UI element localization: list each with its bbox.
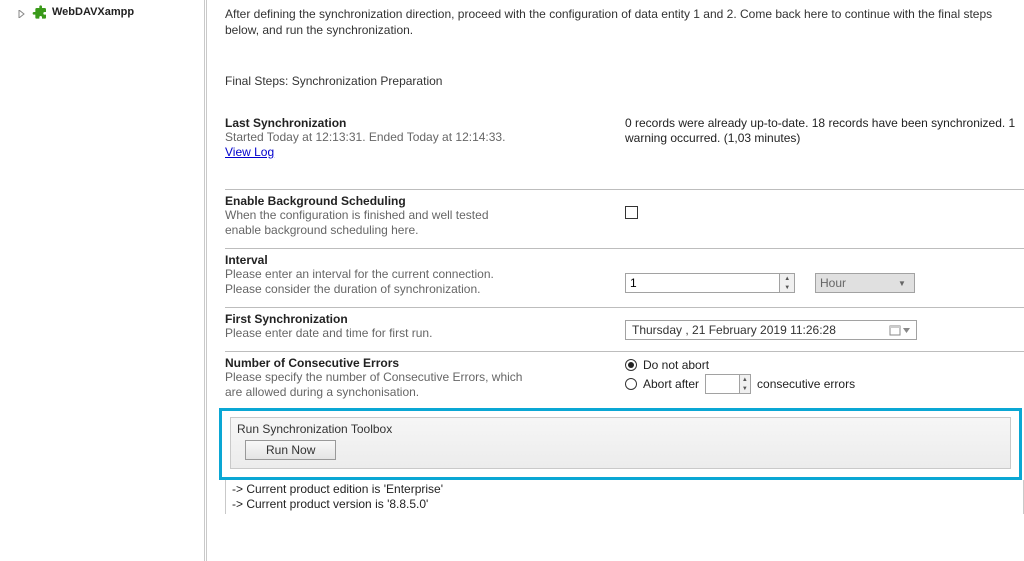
bg-sched-checkbox[interactable] <box>625 206 638 219</box>
puzzle-icon <box>32 4 48 20</box>
consec-title: Number of Consecutive Errors <box>225 356 601 370</box>
abort-after-spinner[interactable]: ▲ ▼ <box>705 374 751 394</box>
interval-unit-combo[interactable]: Hour ▼ <box>815 273 915 293</box>
abort-option-1[interactable]: Do not abort <box>625 358 1020 372</box>
log-line: -> Current product version is '8.8.5.0' <box>232 497 1017 512</box>
first-sync-title: First Synchronization <box>225 312 601 326</box>
interval-spinner[interactable]: ▲ ▼ <box>625 273 795 293</box>
calendar-icon[interactable] <box>889 324 910 336</box>
intro-text: After defining the synchronization direc… <box>225 0 1005 38</box>
last-sync-result: 0 records were already up-to-date. 18 re… <box>625 116 1020 146</box>
interval-unit-label: Hour <box>820 276 894 290</box>
consec-desc1: Please specify the number of Consecutive… <box>225 370 601 385</box>
spin-up-icon[interactable]: ▲ <box>780 274 794 283</box>
radio-icon <box>625 359 637 371</box>
highlighted-section: Run Synchronization Toolbox Run Now <box>219 408 1022 480</box>
main-panel: After defining the synchronization direc… <box>207 0 1024 561</box>
consec-desc2: are allowed during a synchonisation. <box>225 385 601 400</box>
tree-item-label: WebDAVXampp <box>52 6 134 18</box>
log-output: -> Current product edition is 'Enterpris… <box>225 480 1024 514</box>
view-log-link[interactable]: View Log <box>225 145 274 159</box>
radio-icon <box>625 378 637 390</box>
toolbox-panel: Run Synchronization Toolbox Run Now <box>230 417 1011 469</box>
interval-title: Interval <box>225 253 601 267</box>
interval-desc1: Please enter an interval for the current… <box>225 267 601 282</box>
last-sync-status: Started Today at 12:13:31. Ended Today a… <box>225 130 601 145</box>
first-sync-datetime[interactable]: Thursday , 21 February 2019 11:26:28 <box>625 320 917 340</box>
chevron-down-icon: ▼ <box>894 279 910 288</box>
spin-up-icon[interactable]: ▲ <box>740 375 750 384</box>
bg-sched-desc1: When the configuration is finished and w… <box>225 208 601 223</box>
tree-item-webdavxampp[interactable]: WebDAVXampp <box>18 4 204 20</box>
tree-panel: WebDAVXampp <box>0 0 204 561</box>
interval-input[interactable] <box>626 274 779 292</box>
abort-option-2[interactable]: Abort after ▲ ▼ consecutive errors <box>625 374 1020 394</box>
bg-sched-desc2: enable background scheduling here. <box>225 223 601 238</box>
abort-option-2-pre: Abort after <box>643 377 699 391</box>
abort-option-2-post: consecutive errors <box>757 377 855 391</box>
last-sync-title: Last Synchronization <box>225 116 601 130</box>
chevron-right-icon <box>18 7 28 17</box>
first-sync-desc: Please enter date and time for first run… <box>225 326 601 341</box>
final-steps-title: Final Steps: Synchronization Preparation <box>225 74 1024 88</box>
spin-down-icon[interactable]: ▼ <box>740 384 750 393</box>
abort-after-input[interactable] <box>706 375 739 393</box>
abort-option-1-label: Do not abort <box>643 358 709 372</box>
run-now-button[interactable]: Run Now <box>245 440 336 460</box>
spin-down-icon[interactable]: ▼ <box>780 283 794 292</box>
toolbox-title: Run Synchronization Toolbox <box>237 422 1004 436</box>
interval-desc2: Please consider the duration of synchron… <box>225 282 601 297</box>
bg-sched-title: Enable Background Scheduling <box>225 194 601 208</box>
log-line: -> Current product edition is 'Enterpris… <box>232 482 1017 497</box>
first-sync-value: Thursday , 21 February 2019 11:26:28 <box>632 323 889 337</box>
chevron-down-icon <box>903 328 910 333</box>
